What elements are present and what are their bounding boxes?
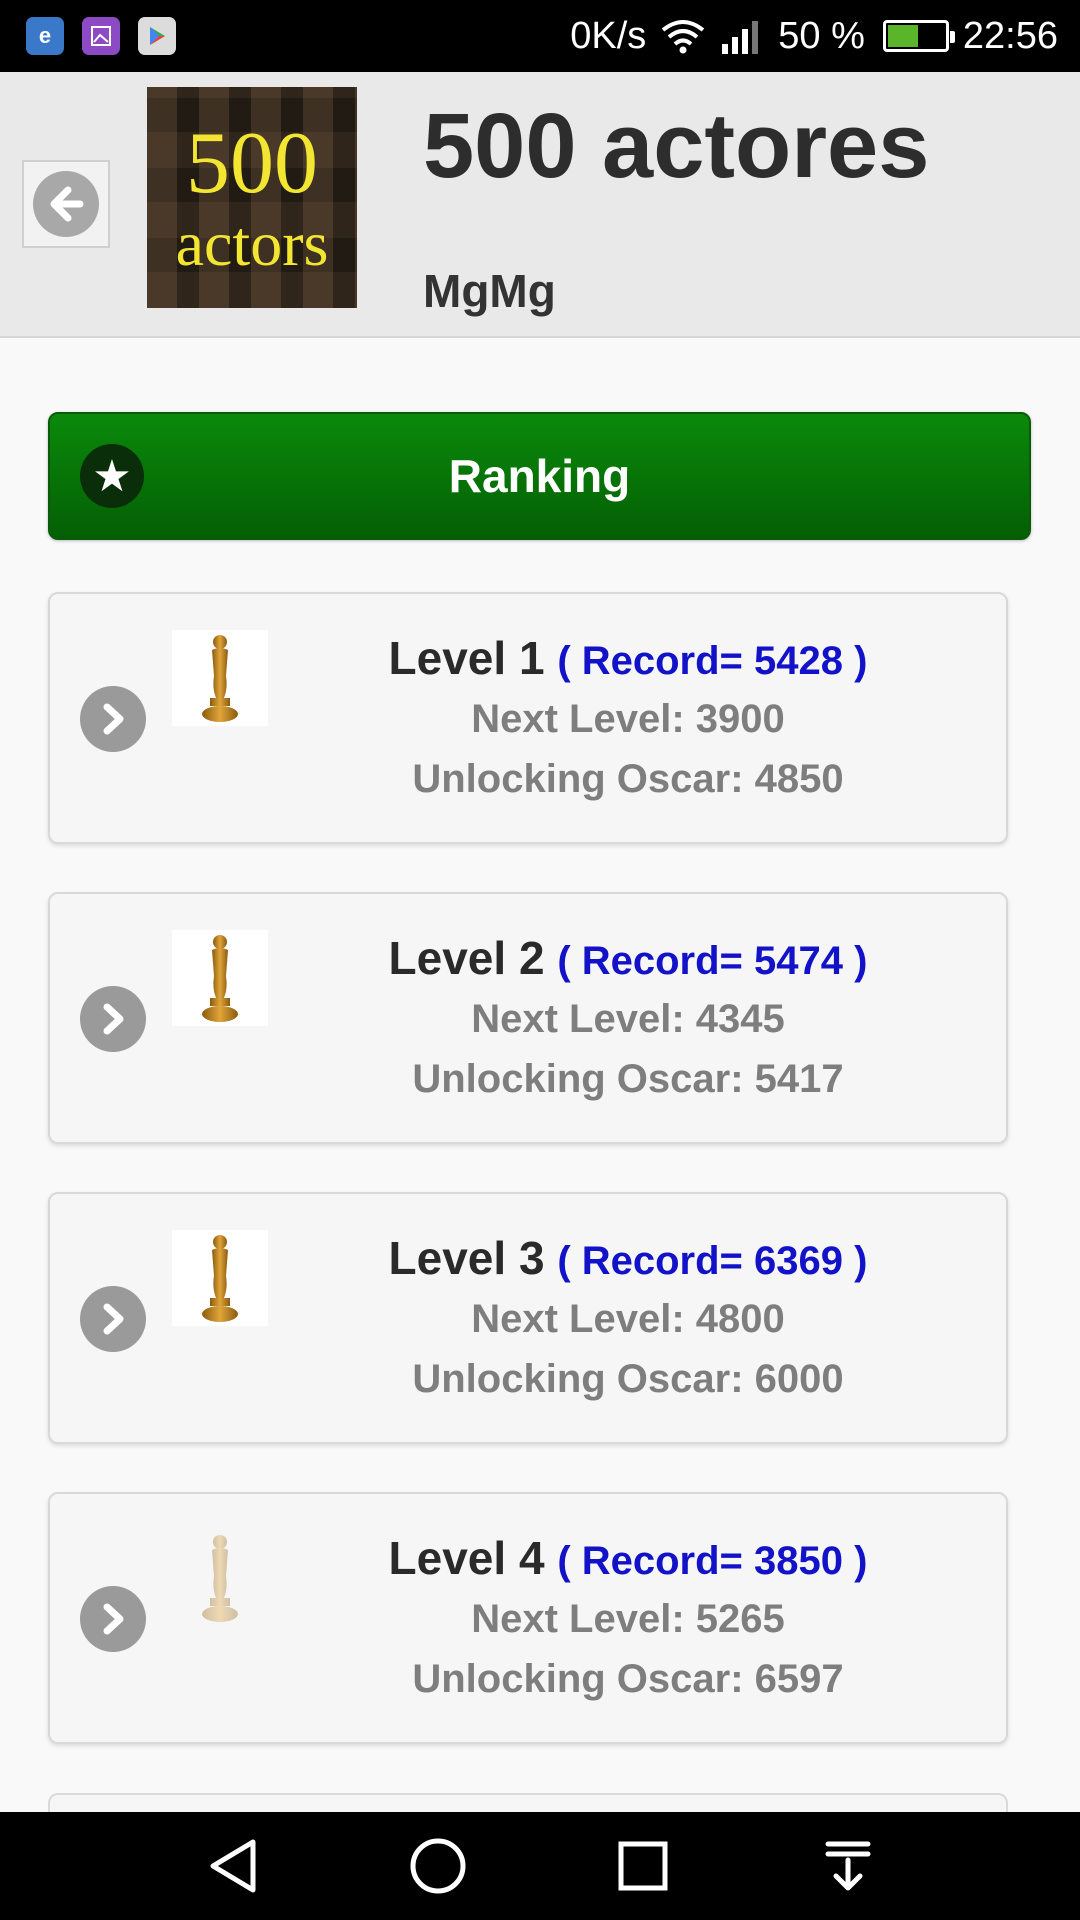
nav-notifications-icon[interactable] xyxy=(813,1831,883,1901)
star-icon: ★ xyxy=(80,444,144,508)
clock: 22:56 xyxy=(962,15,1058,57)
next-level-points: Next Level: 3900 xyxy=(471,697,785,741)
level-record: ( Record= 3850 ) xyxy=(557,1539,868,1583)
level-name: Level 2 xyxy=(388,932,545,984)
level-record: ( Record= 5474 ) xyxy=(557,939,868,983)
gallery-icon xyxy=(82,17,120,55)
level-name: Level 1 xyxy=(388,632,545,684)
unlocking-oscar-points: Unlocking Oscar: 4850 xyxy=(412,757,844,801)
level-record: ( Record= 6369 ) xyxy=(557,1239,868,1283)
app-header: 500 actors 500 actores MgMg xyxy=(0,72,1080,338)
level-name: Level 3 xyxy=(388,1232,545,1284)
navigation-bar xyxy=(0,1812,1080,1920)
level-card[interactable]: Level 3 ( Record= 6369 ) Next Level: 480… xyxy=(48,1192,1008,1444)
signal-icon xyxy=(722,21,759,54)
chevron-right-icon[interactable] xyxy=(80,1286,146,1352)
chevron-right-icon[interactable] xyxy=(80,686,146,752)
next-level-points: Next Level: 4800 xyxy=(471,1297,785,1341)
browser-icon: e xyxy=(26,17,64,55)
status-bar: e 0K/s 50 % 22:56 xyxy=(0,0,1080,72)
unlocking-oscar-points: Unlocking Oscar: 6000 xyxy=(412,1357,844,1401)
battery-percent: 50 % xyxy=(778,15,865,57)
back-button[interactable] xyxy=(22,160,110,248)
chevron-right-icon[interactable] xyxy=(80,1586,146,1652)
oscar-statuette-icon xyxy=(172,1230,268,1326)
oscar-statuette-icon xyxy=(172,630,268,726)
battery-icon xyxy=(882,20,955,52)
wifi-icon xyxy=(662,20,705,54)
ranking-label: Ranking xyxy=(448,450,631,502)
level-card[interactable]: Level 2 ( Record= 5474 ) Next Level: 434… xyxy=(48,892,1008,1144)
level-card[interactable]: Level 4 ( Record= 3850 ) Next Level: 526… xyxy=(48,1492,1008,1744)
nav-recents-icon[interactable] xyxy=(608,1831,678,1901)
logo-text-word: actors xyxy=(175,207,329,279)
next-level-points: Next Level: 4345 xyxy=(471,997,785,1041)
notification-icons: e xyxy=(26,17,176,55)
app-logo: 500 actors xyxy=(147,87,357,308)
play-store-icon xyxy=(138,17,176,55)
page-title: 500 actores xyxy=(423,95,930,197)
net-speed: 0K/s xyxy=(570,15,647,57)
unlocking-oscar-points: Unlocking Oscar: 5417 xyxy=(412,1057,844,1101)
level-card[interactable]: Level 1 ( Record= 5428 ) Next Level: 390… xyxy=(48,592,1008,844)
next-level-points: Next Level: 5265 xyxy=(471,1597,785,1641)
nav-back-icon[interactable] xyxy=(198,1831,268,1901)
unlocking-oscar-points: Unlocking Oscar: 6597 xyxy=(412,1657,844,1701)
chevron-right-icon[interactable] xyxy=(80,986,146,1052)
oscar-statuette-icon xyxy=(172,1530,268,1626)
logo-text-number: 500 xyxy=(186,114,318,212)
level-record: ( Record= 5428 ) xyxy=(557,639,868,683)
level-name: Level 4 xyxy=(388,1532,545,1584)
oscar-statuette-icon xyxy=(172,930,268,1026)
nav-home-icon[interactable] xyxy=(403,1831,473,1901)
ranking-button[interactable]: ★ Ranking xyxy=(48,412,1031,540)
back-arrow-icon xyxy=(33,171,99,237)
username: MgMg xyxy=(423,265,556,317)
